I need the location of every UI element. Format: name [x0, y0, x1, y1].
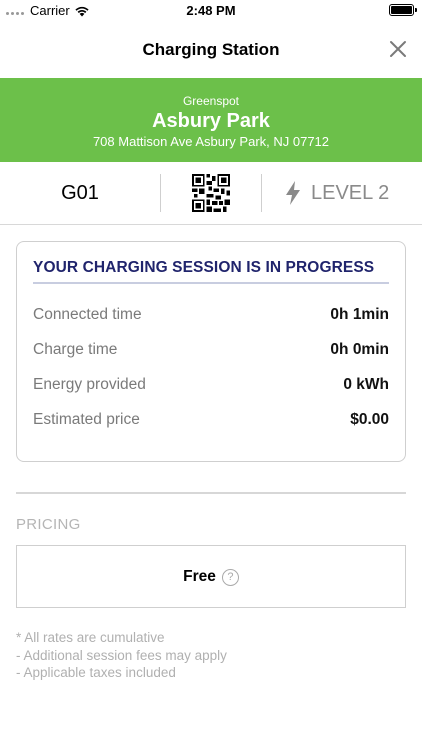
session-card: YOUR CHARGING SESSION IS IN PROGRESS Con… — [16, 241, 406, 462]
note-line: * All rates are cumulative — [16, 630, 165, 645]
divider — [261, 174, 262, 212]
qr-code-button[interactable] — [192, 174, 230, 212]
session-row-value: $0.00 — [350, 411, 389, 428]
session-row-label: Charge time — [33, 341, 118, 358]
nav-bar: Charging Station — [0, 22, 422, 78]
section-divider — [16, 492, 406, 494]
status-time: 2:48 PM — [186, 3, 236, 18]
session-row-value: 0 kWh — [343, 376, 389, 393]
charger-level: LEVEL 2 — [285, 181, 389, 205]
session-row-estimated-price: Estimated price $0.00 — [33, 411, 389, 433]
pricing-notes: * All rates are cumulative - Additional … — [16, 629, 227, 682]
session-row-charge-time: Charge time 0h 0min — [33, 341, 389, 363]
level-label: LEVEL 2 — [311, 181, 390, 204]
session-row-label: Energy provided — [33, 376, 146, 393]
close-icon — [390, 41, 406, 57]
port-id: G01 — [61, 182, 99, 204]
station-name: Asbury Park — [152, 110, 270, 132]
help-circle-icon[interactable]: ? — [221, 568, 239, 586]
session-title-underline — [33, 282, 389, 284]
pricing-box: Free ? — [16, 545, 406, 608]
session-row-value: 0h 1min — [330, 306, 389, 323]
station-address: 708 Mattison Ave Asbury Park, NJ 07712 — [92, 134, 330, 149]
session-row-label: Estimated price — [33, 411, 140, 428]
qr-code-icon — [192, 174, 230, 212]
session-row-connected-time: Connected time 0h 1min — [33, 306, 389, 328]
session-row-label: Connected time — [33, 306, 142, 323]
note-line: - Applicable taxes included — [16, 665, 176, 680]
session-title: YOUR CHARGING SESSION IS IN PROGRESS — [33, 259, 375, 276]
price-value: Free — [183, 568, 216, 585]
station-network: Greenspot — [182, 94, 240, 108]
battery-icon — [389, 4, 417, 16]
session-row-value: 0h 0min — [330, 341, 389, 358]
port-info-row: G01 LEVEL 2 — [0, 162, 422, 225]
lightning-bolt-icon — [286, 181, 300, 205]
station-header: Greenspot Asbury Park 708 Mattison Ave A… — [0, 78, 422, 162]
session-row-energy-provided: Energy provided 0 kWh — [33, 376, 389, 398]
note-line: - Additional session fees may apply — [16, 647, 227, 663]
page-title: Charging Station — [142, 40, 280, 59]
pricing-section-label: PRICING — [16, 516, 81, 533]
status-bar: Carrier 2:48 PM — [0, 0, 422, 22]
close-button[interactable] — [386, 37, 410, 61]
divider — [160, 174, 161, 212]
